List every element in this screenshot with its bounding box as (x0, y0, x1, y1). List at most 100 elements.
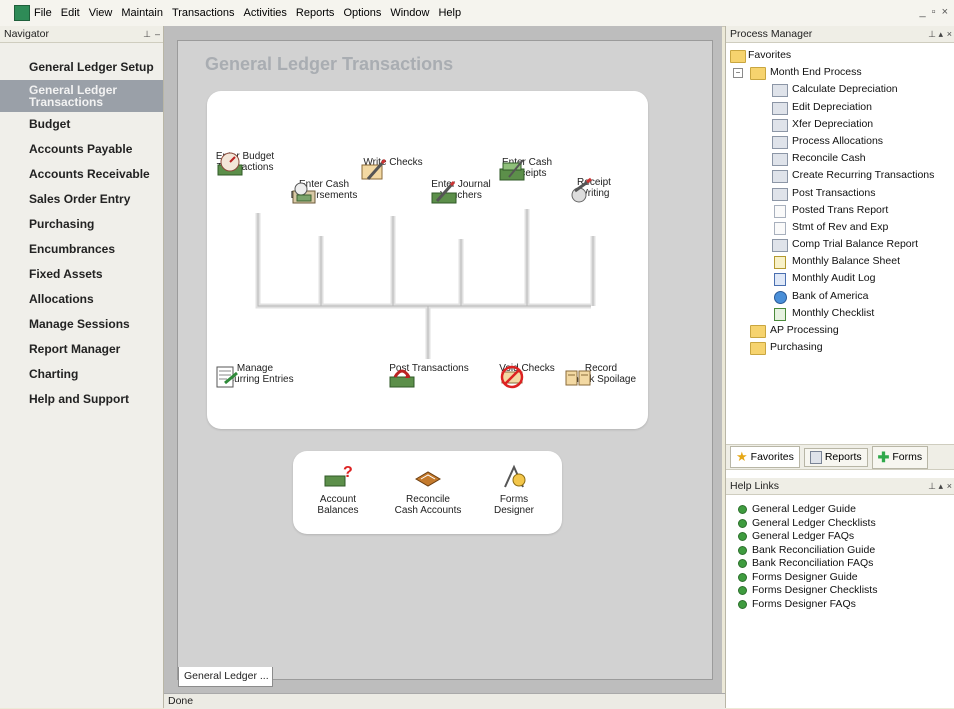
minimize-button[interactable]: _ (920, 6, 926, 18)
cash-disbursements-icon (292, 182, 316, 204)
menu-help[interactable]: Help (438, 7, 461, 19)
menu-reports[interactable]: Reports (296, 7, 335, 19)
nav-item-general-ledger-setup[interactable]: General Ledger Setup (0, 55, 163, 80)
menu-maintain[interactable]: Maintain (121, 7, 163, 19)
collapse-icon[interactable]: − (733, 68, 743, 79)
nav-item-budget[interactable]: Budget (0, 112, 163, 137)
help-link-forms-designer-faqs[interactable]: Forms Designer FAQs (738, 598, 954, 612)
action-enter-budget-transactions[interactable]: Enter Budget Transactions (215, 151, 275, 176)
menu-edit[interactable]: Edit (61, 7, 80, 19)
nav-item-report-manager[interactable]: Report Manager (0, 337, 163, 362)
budget-icon (217, 152, 243, 176)
folder-icon (750, 67, 766, 81)
nav-item-fixed-assets[interactable]: Fixed Assets (0, 262, 163, 287)
spreadsheet-icon (774, 256, 786, 270)
help-link-general-ledger-guide[interactable]: General Ledger Guide (738, 503, 954, 517)
action-account-balances[interactable]: ? Account Balances (305, 463, 371, 516)
document-tab-general-ledger[interactable]: General Ledger ... (178, 667, 273, 687)
nav-item-sales-order-entry[interactable]: Sales Order Entry (0, 187, 163, 212)
tree-item-reconcile-cash[interactable]: Reconcile Cash (726, 150, 954, 167)
reconcile-cash-icon (415, 471, 441, 487)
close-icon[interactable]: × (947, 26, 952, 42)
tree-item-ap-processing[interactable]: AP Processing (726, 322, 954, 339)
tree-item-process-allocations[interactable]: Process Allocations (726, 133, 954, 150)
close-icon[interactable]: – (155, 26, 160, 42)
account-balances-icon: ? (324, 464, 353, 487)
help-link-bank-reconciliation-guide[interactable]: Bank Reconciliation Guide (738, 544, 954, 558)
action-record-check-spoilage[interactable]: Record Check Spoilage (563, 363, 639, 386)
nav-item-accounts-receivable[interactable]: Accounts Receivable (0, 162, 163, 187)
nav-item-manage-sessions[interactable]: Manage Sessions (0, 312, 163, 337)
action-reconcile-cash-accounts[interactable]: Reconcile Cash Accounts (387, 463, 469, 516)
process-manager-title: Process Manager (730, 28, 813, 40)
nav-item-purchasing[interactable]: Purchasing (0, 212, 163, 237)
action-enter-cash-disbursements[interactable]: Enter Cash Disbursements (289, 179, 359, 204)
nav-item-allocations[interactable]: Allocations (0, 287, 163, 312)
tree-item-purchasing[interactable]: Purchasing (726, 339, 954, 356)
action-post-transactions[interactable]: Post Transactions (387, 363, 471, 388)
menu-options[interactable]: Options (343, 7, 381, 19)
menu-window[interactable]: Window (390, 7, 429, 19)
menu-activities[interactable]: Activities (244, 7, 287, 19)
tree-item-comp-trial-balance-report[interactable]: Comp Trial Balance Report (726, 236, 954, 253)
action-void-checks[interactable]: Void Checks (497, 363, 557, 389)
tree-item-edit-depreciation[interactable]: Edit Depreciation (726, 99, 954, 116)
word-document-icon (774, 273, 786, 287)
transactions-flow-panel: Enter Budget Transactions Enter Cash Dis… (207, 91, 648, 429)
tree-item-xfer-depreciation[interactable]: Xfer Depreciation (726, 116, 954, 133)
action-receipt-writing[interactable]: Receipt Writing (567, 177, 621, 203)
action-enter-cash-receipts[interactable]: Enter Cash Receipts (497, 157, 557, 181)
status-bar: Done (164, 693, 726, 709)
tree-item-posted-trans-report[interactable]: Posted Trans Report (726, 202, 954, 219)
cash-receipts-icon (499, 159, 525, 181)
right-panes: Process Manager ⊥ ▴ × Favorites − Month … (725, 26, 954, 708)
tree-item-monthly-checklist[interactable]: Monthly Checklist (726, 305, 954, 322)
tree-item-monthly-balance-sheet[interactable]: Monthly Balance Sheet (726, 253, 954, 270)
tree-item-month-end-process[interactable]: − Month End Process (726, 64, 954, 81)
menu-file[interactable]: File (34, 7, 52, 19)
help-link-bank-reconciliation-faqs[interactable]: Bank Reconciliation FAQs (738, 557, 954, 571)
tree-item-calculate-depreciation[interactable]: Calculate Depreciation (726, 81, 954, 98)
process-manager-title-bar: Process Manager ⊥ ▴ × (726, 26, 954, 43)
tree-item-monthly-audit-log[interactable]: Monthly Audit Log (726, 270, 954, 287)
tab-reports[interactable]: Reports (803, 447, 868, 467)
report-icon (809, 450, 822, 464)
help-link-general-ledger-checklists[interactable]: General Ledger Checklists (738, 517, 954, 531)
menu-view[interactable]: View (89, 7, 113, 19)
pin-icon[interactable]: ⊥ ▴ (928, 478, 943, 494)
action-forms-designer[interactable]: Forms Designer (479, 463, 549, 516)
nav-item-general-ledger-transactions[interactable]: General Ledger Transactions (0, 80, 163, 112)
task-icon (772, 84, 788, 98)
help-link-forms-designer-checklists[interactable]: Forms Designer Checklists (738, 584, 954, 598)
process-tree: Favorites − Month End Process Calculate … (726, 43, 954, 356)
action-write-checks[interactable]: Write Checks (358, 157, 428, 180)
pin-icon[interactable]: ⊥ (143, 26, 151, 42)
nav-item-accounts-payable[interactable]: Accounts Payable (0, 137, 163, 162)
action-manage-recurring-entries[interactable]: Manage Recurring Entries (211, 363, 299, 388)
nav-item-encumbrances[interactable]: Encumbrances (0, 237, 163, 262)
tree-item-stmt-of-rev-and-exp[interactable]: Stmt of Rev and Exp (726, 219, 954, 236)
help-link-general-ledger-faqs[interactable]: General Ledger FAQs (738, 530, 954, 544)
tab-forms[interactable]: ✚ Forms (871, 445, 929, 469)
menu-transactions[interactable]: Transactions (172, 7, 235, 19)
nav-item-help-and-support[interactable]: Help and Support (0, 387, 163, 412)
tree-item-favorites[interactable]: Favorites (726, 47, 954, 64)
task-icon (772, 239, 788, 253)
tree-item-post-transactions[interactable]: Post Transactions (726, 185, 954, 202)
action-enter-journal-vouchers[interactable]: Enter Journal Vouchers (429, 179, 493, 204)
help-link-forms-designer-guide[interactable]: Forms Designer Guide (738, 571, 954, 585)
tree-item-create-recurring-transactions[interactable]: Create Recurring Transactions (726, 167, 954, 184)
bullet-icon (738, 532, 747, 542)
help-links-title-bar: Help Links ⊥ ▴ × (726, 478, 954, 495)
pin-icon[interactable]: ⊥ ▴ (928, 26, 943, 42)
navigator-pane: Navigator ⊥ – General Ledger Setup Gener… (0, 26, 164, 708)
plus-icon: ✚ (877, 448, 890, 465)
close-button[interactable]: × (942, 6, 948, 18)
post-transactions-icon (389, 369, 415, 388)
close-icon[interactable]: × (947, 478, 952, 494)
restore-button[interactable]: ▫ (932, 6, 936, 18)
nav-item-charting[interactable]: Charting (0, 362, 163, 387)
bullet-icon (738, 572, 747, 582)
tree-item-bank-of-america[interactable]: Bank of America (726, 288, 954, 305)
tab-favorites[interactable]: ★ Favorites (730, 446, 800, 468)
